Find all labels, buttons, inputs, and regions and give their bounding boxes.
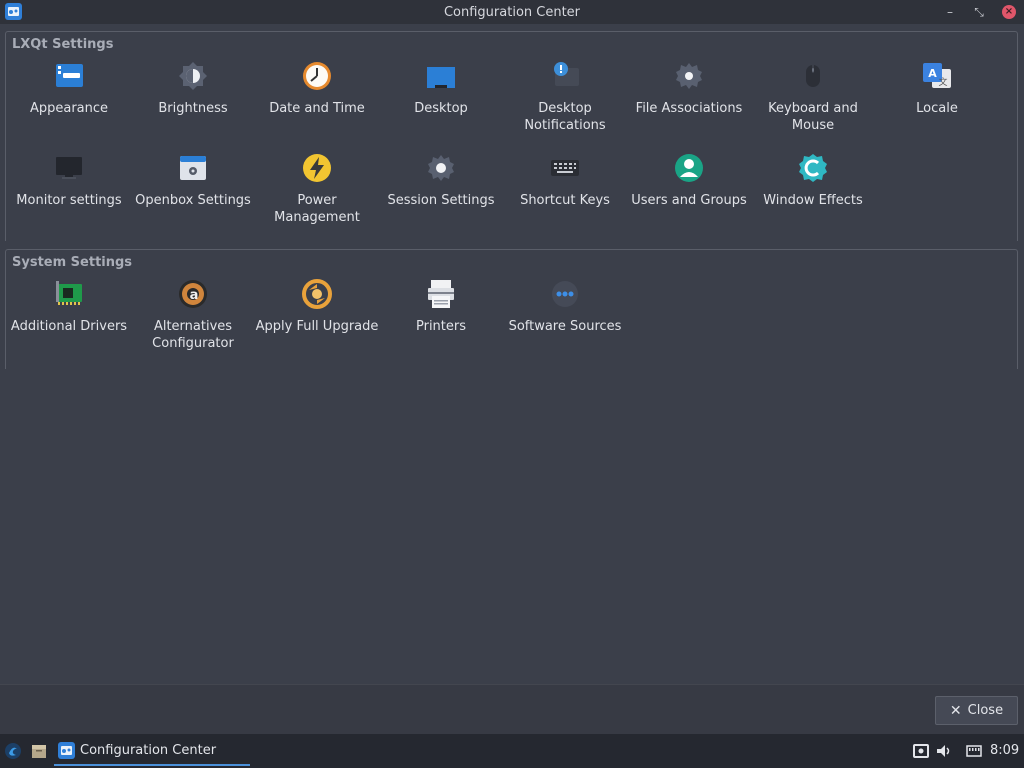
- system-settings-title: System Settings: [12, 255, 133, 270]
- settings-item-power-management[interactable]: Power Management: [255, 152, 379, 226]
- settings-item-brightness[interactable]: Brightness: [131, 60, 255, 117]
- settings-item-desktop-notifications[interactable]: Desktop Notifications: [503, 60, 627, 134]
- compton-icon: [797, 152, 829, 184]
- volume-icon[interactable]: [935, 742, 953, 760]
- printer-icon: [425, 278, 457, 310]
- svg-text:文: 文: [938, 76, 947, 88]
- taskbar: Configuration Center 8:09: [0, 734, 1024, 768]
- dialog-button-bar: [0, 684, 1024, 734]
- settings-item-printers[interactable]: Printers: [379, 278, 503, 335]
- notification-icon: [549, 60, 581, 92]
- settings-item-apply-full-upgrade[interactable]: Apply Full Upgrade: [255, 278, 379, 335]
- software-sources-icon: [549, 278, 581, 310]
- configuration-center-task-icon: [58, 741, 75, 759]
- window-title: Configuration Center: [443, 4, 581, 20]
- power-icon: [301, 152, 333, 184]
- settings-item-window-effects[interactable]: Window Effects: [751, 152, 875, 209]
- minimize-button[interactable]: –: [937, 0, 963, 24]
- alternatives-icon: a: [177, 278, 209, 310]
- minimize-icon: –: [947, 5, 953, 19]
- window-titlebar[interactable]: Configuration Center – ⤡ ×: [0, 0, 1024, 24]
- settings-item-monitor-settings[interactable]: Monitor settings: [7, 152, 131, 209]
- user-icon: [673, 152, 705, 184]
- lxqt-settings-title: LXQt Settings: [12, 37, 114, 52]
- monitor-icon: [53, 152, 85, 184]
- mouse-icon: [797, 60, 829, 92]
- upgrade-icon: [301, 278, 333, 310]
- settings-item-date-and-time[interactable]: Date and Time: [255, 60, 379, 117]
- brightness-icon: [177, 60, 209, 92]
- chip-icon: [53, 278, 85, 310]
- clock-icon: [301, 60, 333, 92]
- settings-item-openbox-settings[interactable]: Openbox Settings: [131, 152, 255, 209]
- settings-item-appearance[interactable]: Appearance: [7, 60, 131, 117]
- close-icon: ×: [1002, 5, 1016, 19]
- svg-text:a: a: [190, 288, 199, 303]
- close-button[interactable]: ✕ Close: [935, 696, 1018, 725]
- desktop-icon: [425, 60, 457, 92]
- close-window-button[interactable]: ×: [996, 0, 1022, 24]
- settings-item-session-settings[interactable]: Session Settings: [379, 152, 503, 209]
- settings-item-desktop[interactable]: Desktop: [379, 60, 503, 117]
- settings-item-shortcut-keys[interactable]: Shortcut Keys: [503, 152, 627, 209]
- maximize-icon: ⤡: [974, 4, 984, 19]
- maximize-button[interactable]: ⤡: [966, 0, 992, 24]
- openbox-icon: [177, 152, 209, 184]
- settings-item-file-associations[interactable]: File Associations: [627, 60, 751, 117]
- close-icon: ✕: [949, 702, 962, 719]
- settings-item-alternatives-configurator[interactable]: a Alternatives Configurator: [131, 278, 255, 352]
- show-desktop-icon[interactable]: [30, 742, 48, 760]
- settings-item-software-sources[interactable]: Software Sources: [503, 278, 627, 335]
- gear-icon: [425, 152, 457, 184]
- network-icon[interactable]: [965, 742, 983, 760]
- appearance-icon: [53, 60, 85, 92]
- task-configuration-center[interactable]: Configuration Center: [54, 736, 250, 766]
- configuration-center-app-icon: [5, 3, 22, 20]
- keyboard-icon: [549, 152, 581, 184]
- translate-icon: A 文: [921, 60, 953, 92]
- settings-item-keyboard-and-mouse[interactable]: Keyboard and Mouse: [751, 60, 875, 134]
- clock[interactable]: 8:09: [990, 743, 1019, 758]
- settings-panel: LXQt Settings System Settings Appearance…: [0, 24, 1024, 684]
- screenshot-tray-icon[interactable]: [912, 742, 930, 760]
- settings-item-locale[interactable]: A 文 Locale: [875, 60, 999, 117]
- main-menu-icon[interactable]: [4, 742, 22, 760]
- settings-item-additional-drivers[interactable]: Additional Drivers: [7, 278, 131, 335]
- gear-icon: [673, 60, 705, 92]
- settings-item-users-and-groups[interactable]: Users and Groups: [627, 152, 751, 209]
- svg-text:A: A: [928, 67, 937, 80]
